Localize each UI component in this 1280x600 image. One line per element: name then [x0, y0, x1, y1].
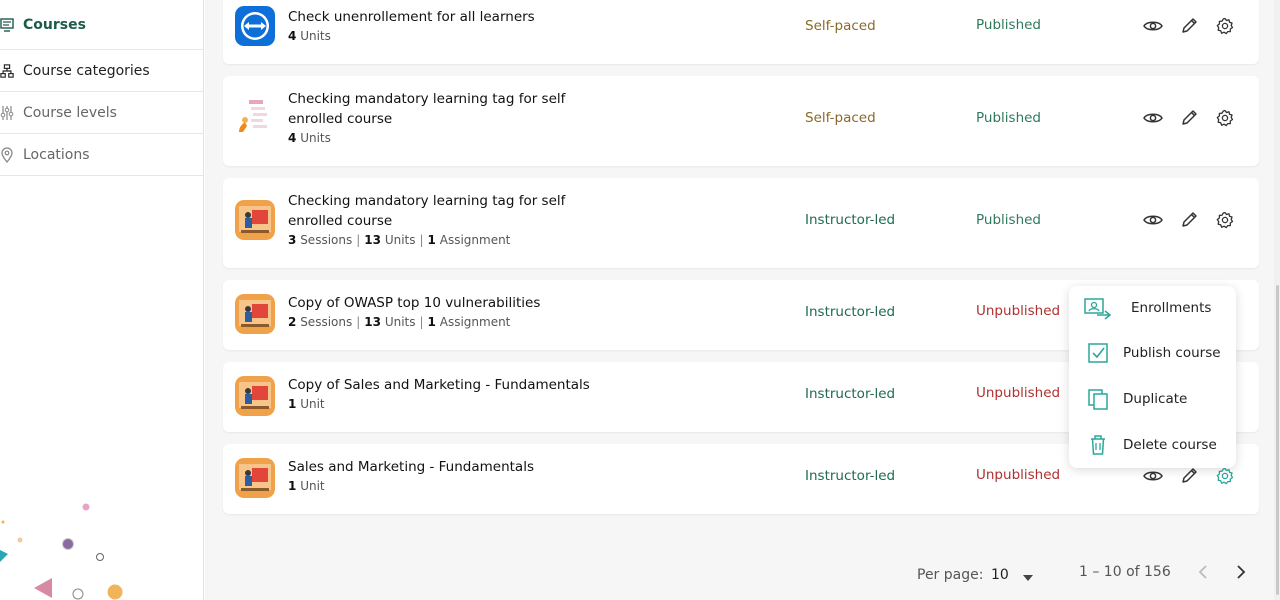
course-type: Instructor-led	[805, 386, 896, 402]
course-meta: 1 Unit	[288, 397, 325, 411]
instructor-illustration	[235, 200, 275, 240]
location-pin-icon	[0, 146, 14, 164]
sidebar-item-label: Course categories	[23, 62, 150, 79]
course-row[interactable]: Checking mandatory learning tag for self…	[223, 178, 1259, 268]
course-status: Published	[976, 212, 1041, 228]
course-title[interactable]: Checking mandatory learning tag for self…	[288, 89, 588, 129]
document-illustration	[235, 98, 275, 138]
course-meta: 4 Units	[288, 131, 331, 145]
confetti-decoration	[0, 503, 123, 600]
gear-icon[interactable]	[1215, 16, 1235, 36]
course-row[interactable]: Check unenrollement for all learners 4 U…	[223, 0, 1259, 64]
sidebar-item-label: Locations	[23, 146, 90, 163]
course-status: Published	[976, 110, 1041, 126]
chevron-right-icon[interactable]	[1235, 564, 1247, 584]
sidebar-item-label: Courses	[23, 16, 86, 33]
sidebar: Courses Course categories Course levels …	[0, 0, 204, 600]
gear-icon[interactable]	[1215, 466, 1235, 486]
enrollments-icon	[1083, 294, 1113, 322]
sidebar-item-label: Course levels	[23, 104, 117, 121]
menu-item-duplicate[interactable]: Duplicate	[1069, 379, 1236, 419]
checkbox-icon	[1083, 339, 1113, 367]
course-meta: 4 Units	[288, 29, 331, 43]
trash-icon	[1083, 431, 1113, 459]
course-type: Instructor-led	[805, 304, 896, 320]
menu-item-publish-course[interactable]: Publish course	[1069, 333, 1236, 373]
pencil-icon[interactable]	[1179, 16, 1199, 36]
eye-icon[interactable]	[1143, 16, 1163, 36]
course-status: Published	[976, 17, 1041, 33]
instructor-illustration	[235, 294, 275, 334]
menu-item-label: Delete course	[1123, 437, 1217, 453]
pencil-icon[interactable]	[1179, 466, 1199, 486]
course-row[interactable]: Checking mandatory learning tag for self…	[223, 76, 1259, 166]
menu-item-enrollments[interactable]: Enrollments	[1069, 288, 1236, 328]
course-type: Instructor-led	[805, 212, 896, 228]
scrollbar[interactable]	[1274, 0, 1280, 600]
chevron-left-icon[interactable]	[1197, 564, 1209, 584]
sidebar-item-course-levels[interactable]: Course levels	[0, 92, 203, 134]
pencil-icon[interactable]	[1179, 210, 1199, 230]
per-page-select[interactable]: 10	[991, 567, 1009, 583]
menu-item-label: Publish course	[1123, 345, 1221, 361]
menu-item-label: Enrollments	[1131, 300, 1212, 316]
teamviewer-logo	[235, 6, 275, 46]
duplicate-icon	[1083, 385, 1113, 413]
menu-item-delete-course[interactable]: Delete course	[1069, 425, 1236, 465]
course-title[interactable]: Copy of Sales and Marketing - Fundamenta…	[288, 375, 688, 395]
course-meta: 3 Sessions | 13 Units | 1 Assignment	[288, 233, 511, 247]
course-title[interactable]: Checking mandatory learning tag for self…	[288, 191, 588, 231]
pencil-icon[interactable]	[1179, 108, 1199, 128]
sidebar-item-locations[interactable]: Locations	[0, 134, 203, 176]
gear-icon[interactable]	[1215, 210, 1235, 230]
row-actions	[1143, 210, 1235, 230]
course-type: Instructor-led	[805, 468, 896, 484]
row-actions	[1143, 466, 1235, 486]
eye-icon[interactable]	[1143, 210, 1163, 230]
course-status: Unpublished	[976, 303, 1061, 319]
categories-icon	[0, 62, 14, 80]
menu-item-label: Duplicate	[1123, 391, 1188, 407]
per-page-label: Per page:	[917, 567, 984, 583]
course-title[interactable]: Check unenrollement for all learners	[288, 7, 588, 27]
pagination: Per page: 10 1 – 10 of 156	[205, 560, 1280, 590]
courses-icon	[0, 16, 14, 34]
scrollbar-thumb[interactable]	[1276, 285, 1279, 595]
row-actions	[1143, 108, 1235, 128]
course-title[interactable]: Sales and Marketing - Fundamentals	[288, 457, 688, 477]
course-type: Self-paced	[805, 18, 876, 34]
course-meta: 2 Sessions | 13 Units | 1 Assignment	[288, 315, 511, 329]
pagination-range: 1 – 10 of 156	[1079, 564, 1171, 580]
gear-icon[interactable]	[1215, 108, 1235, 128]
row-actions	[1143, 16, 1235, 36]
instructor-illustration	[235, 376, 275, 416]
course-status: Unpublished	[976, 385, 1061, 401]
course-title[interactable]: Copy of OWASP top 10 vulnerabilities	[288, 293, 688, 313]
sidebar-item-courses[interactable]: Courses	[0, 0, 203, 50]
course-meta: 1 Unit	[288, 479, 325, 493]
course-status: Unpublished	[976, 467, 1061, 483]
caret-down-icon[interactable]	[1023, 569, 1033, 585]
sidebar-item-course-categories[interactable]: Course categories	[0, 50, 203, 92]
eye-icon[interactable]	[1143, 466, 1163, 486]
instructor-illustration	[235, 458, 275, 498]
levels-icon	[0, 104, 14, 122]
course-type: Self-paced	[805, 110, 876, 126]
eye-icon[interactable]	[1143, 108, 1163, 128]
course-settings-menu: Enrollments Publish course Duplicate Del…	[1069, 286, 1236, 468]
